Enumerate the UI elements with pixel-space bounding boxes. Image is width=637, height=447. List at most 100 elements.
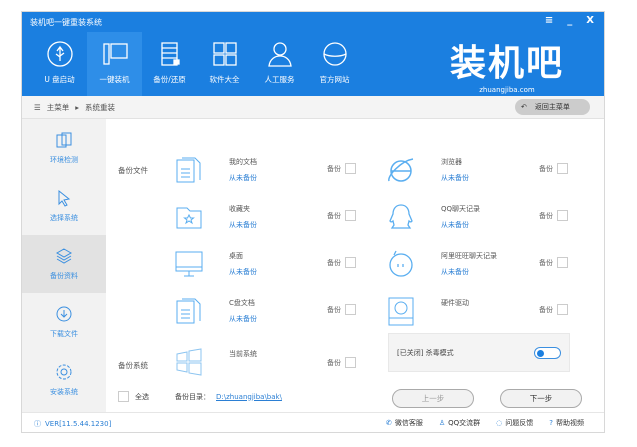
backup-checkbox[interactable]: 备份 xyxy=(327,357,356,368)
wechat-support-link[interactable]: ✆ 微信客服 xyxy=(386,418,423,428)
windows-icon xyxy=(176,348,202,376)
antivirus-toggle[interactable] xyxy=(534,347,561,359)
nav-label: 备份/还原 xyxy=(153,75,186,84)
header: 装机吧一键重装系统 ≡ _ X U 盘启动 一键装机 备份/还原 软件大全 人工… xyxy=(22,12,604,96)
nav-label: 一键装机 xyxy=(99,75,130,84)
item-status: 从未备份 xyxy=(441,268,469,276)
backup-checkbox[interactable]: 备份 xyxy=(539,163,568,174)
prev-button[interactable]: 上一步 xyxy=(392,389,474,408)
item-status: 从未备份 xyxy=(229,174,257,182)
grid-icon xyxy=(212,42,237,66)
qq-icon xyxy=(389,204,413,229)
backup-system-label: 备份系统 xyxy=(118,361,148,370)
sidebar-label: 环境检测 xyxy=(50,156,78,164)
item-name: 浏览器 xyxy=(441,158,462,166)
ie-icon xyxy=(388,158,414,182)
backup-item-aliwangwang: 阿里旺旺聊天记录 从未备份 备份 xyxy=(386,247,596,295)
backup-checkbox[interactable]: 备份 xyxy=(539,210,568,221)
computer-icon xyxy=(102,43,128,65)
nav-label: 人工服务 xyxy=(264,75,295,84)
usb-icon xyxy=(46,41,73,67)
help-video-link[interactable]: ? 帮助视频 xyxy=(549,418,584,428)
back-to-menu-button[interactable]: ↶ 返回主菜单 xyxy=(515,99,590,115)
close-button[interactable]: X xyxy=(586,15,594,26)
copy-icon xyxy=(56,132,72,148)
backup-item-browser: 浏览器从未备份 备份 xyxy=(386,153,596,201)
nav-support[interactable]: 人工服务 xyxy=(252,32,307,96)
qq-icon: ♙ xyxy=(438,419,446,427)
back-label: 返回主菜单 xyxy=(534,103,570,111)
version-label: VER[11.5.44.1230] xyxy=(45,419,112,428)
antivirus-label: [已关闭] 杀毒模式 xyxy=(397,348,454,357)
backup-dir-label: 备份目录： xyxy=(175,392,210,401)
backup-item-system: 当前系统备份 xyxy=(174,345,384,393)
backup-checkbox[interactable]: 备份 xyxy=(327,163,356,174)
backup-checkbox[interactable]: 备份 xyxy=(327,304,356,315)
item-status: 从未备份 xyxy=(441,221,469,229)
sidebar-item-install[interactable]: 安装系统 xyxy=(22,351,106,409)
info-icon: ⓘ xyxy=(34,419,41,428)
menu-button[interactable]: ≡ xyxy=(545,15,553,26)
backup-checkbox[interactable]: 备份 xyxy=(327,210,356,221)
folder-star-icon xyxy=(176,207,202,229)
sidebar-item-select-system[interactable]: 选择系统 xyxy=(22,177,106,235)
sidebar-label: 下载文件 xyxy=(50,330,78,338)
breadcrumb-root[interactable]: 主菜单 xyxy=(47,102,70,113)
next-button[interactable]: 下一步 xyxy=(500,389,582,408)
sidebar-item-download[interactable]: 下载文件 xyxy=(22,293,106,351)
sidebar-item-backup[interactable]: 备份资料 xyxy=(22,235,106,293)
sidebar-label: 选择系统 xyxy=(50,214,78,222)
arrow-right-icon: ▸ xyxy=(75,102,79,112)
item-name: 当前系统 xyxy=(229,350,257,358)
nav-website[interactable]: 官方网站 xyxy=(307,32,362,96)
footer: ⓘ VER[11.5.44.1230] ✆ 微信客服 ♙ QQ交流群 ◌ 问题反馈 ? 帮… xyxy=(22,412,604,434)
backup-checkbox[interactable]: 备份 xyxy=(539,257,568,268)
item-status: 从未备份 xyxy=(441,174,469,182)
backup-checkbox[interactable]: 备份 xyxy=(539,304,568,315)
sidebar-label: 备份资料 xyxy=(50,272,78,280)
select-all-checkbox[interactable] xyxy=(118,391,129,402)
gear-icon xyxy=(56,364,72,380)
sidebar-label: 安装系统 xyxy=(50,388,78,396)
qq-group-link[interactable]: ♙ QQ交流群 xyxy=(439,418,480,428)
backup-panel: 备份文件 我的文档 从未备份 备份 浏览器 从未备份 备份 收藏夹 从未备份 备份 QQ聊天… xyxy=(106,119,604,412)
document-icon xyxy=(176,157,201,183)
backup-icon xyxy=(160,42,180,66)
nav-software[interactable]: 软件大全 xyxy=(197,32,252,96)
logo-url: zhuangjiba.com xyxy=(479,86,535,94)
antivirus-mode-panel: [已关闭] 杀毒模式 xyxy=(388,333,570,372)
person-icon xyxy=(267,42,292,67)
item-name: 我的文档 xyxy=(229,158,257,166)
list-icon: ☰ xyxy=(34,102,41,112)
window-title: 装机吧一键重装系统 xyxy=(30,18,102,27)
logo: 装机吧 zhuangjiba.com xyxy=(450,34,564,94)
item-name: 收藏夹 xyxy=(229,205,250,213)
nav-one-click-install[interactable]: 一键装机 xyxy=(87,32,142,96)
breadcrumb-current: 系统重装 xyxy=(85,102,115,112)
nav-label: U 盘启动 xyxy=(44,75,75,84)
backup-item-qq: QQ聊天记录 从未备份 备份 xyxy=(386,200,596,248)
logo-text: 装机吧 xyxy=(449,42,564,84)
wechat-icon: ✆ xyxy=(385,419,392,427)
select-all-label: 全选 xyxy=(135,392,149,401)
layers-icon xyxy=(55,248,73,264)
minimize-button[interactable]: _ xyxy=(567,15,572,26)
backup-dir-link[interactable]: D:\zhuangjiba\bak\ xyxy=(216,393,282,401)
document-icon xyxy=(176,298,201,324)
nav-backup-restore[interactable]: 备份/还原 xyxy=(142,32,197,96)
sidebar-item-env-check[interactable]: 环境检测 xyxy=(22,119,106,177)
nav-usb-boot[interactable]: U 盘启动 xyxy=(32,32,87,96)
backup-item-c-drive-docs: C盘文档 从未备份 备份 xyxy=(174,294,384,342)
item-name: 硬件驱动 xyxy=(441,299,469,307)
backup-checkbox[interactable]: 备份 xyxy=(327,257,356,268)
backup-files-label: 备份文件 xyxy=(118,166,148,175)
globe-icon xyxy=(322,42,347,66)
item-status: 从未备份 xyxy=(229,268,257,276)
item-name: 桌面 xyxy=(229,252,243,260)
wangwang-icon xyxy=(389,250,413,277)
feedback-link[interactable]: ◌ 问题反馈 xyxy=(496,418,533,428)
sidebar: 环境检测 选择系统 备份资料 下载文件 安装系统 xyxy=(22,119,106,412)
help-icon: ? xyxy=(549,419,553,427)
breadcrumb: ☰ 主菜单 ▸ 系统重装 ↶ 返回主菜单 xyxy=(22,96,604,119)
item-status: 从未备份 xyxy=(229,221,257,229)
